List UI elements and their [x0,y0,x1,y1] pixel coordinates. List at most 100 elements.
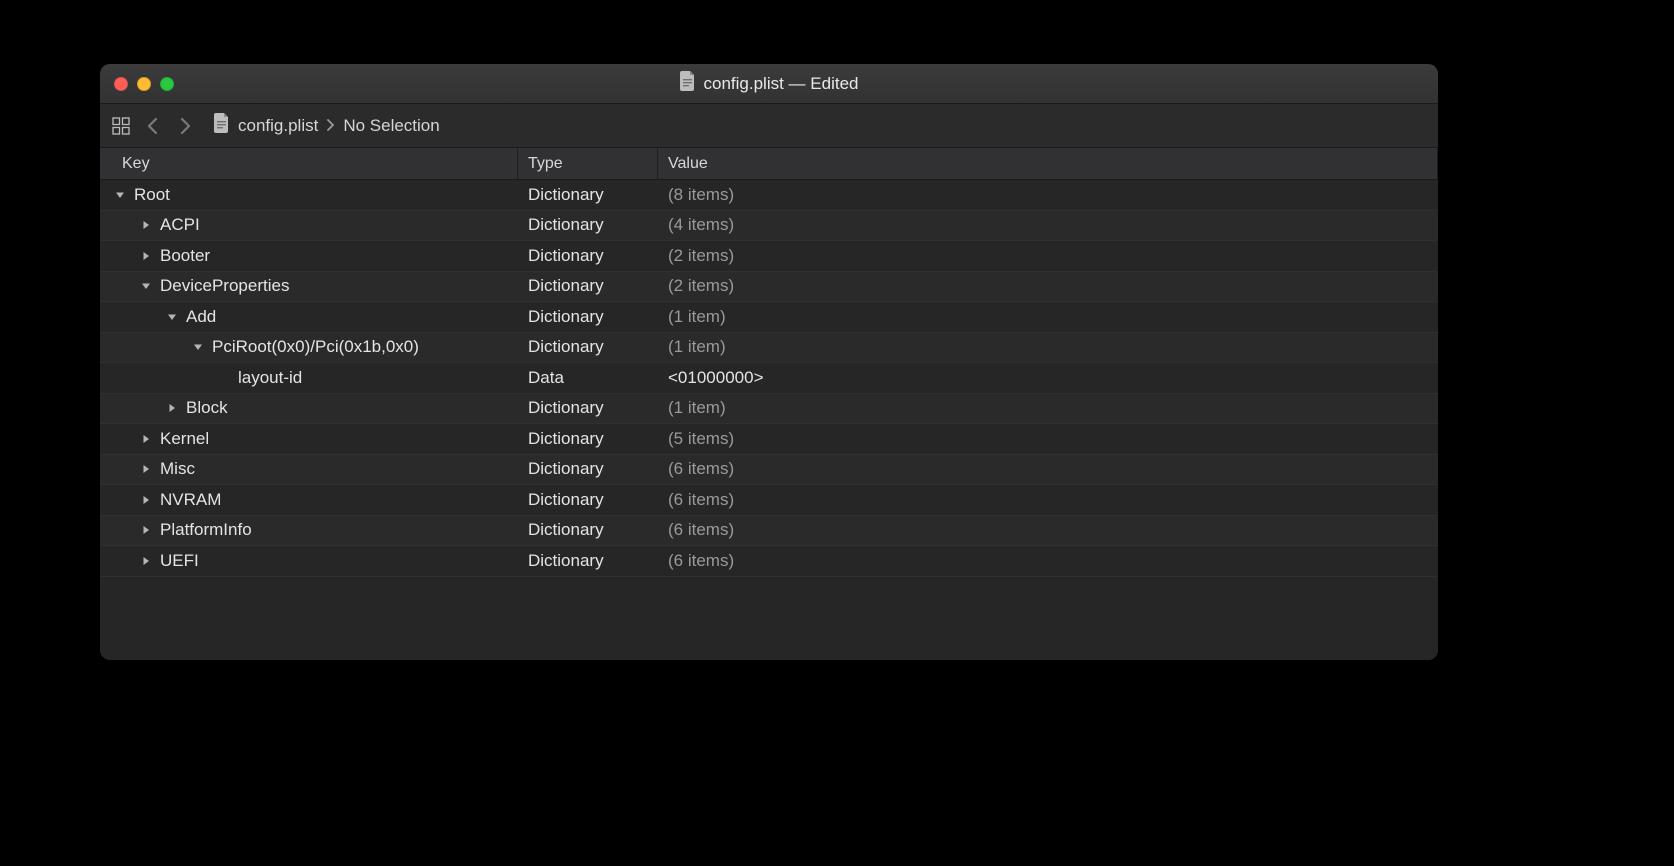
disclosure-down-icon[interactable] [140,281,152,291]
window-title-text: config.plist — Edited [704,74,859,94]
file-icon [214,113,230,138]
table-row[interactable]: PciRoot(0x0)/Pci(0x1b,0x0) Dictionary(1 i… [100,333,1438,364]
disclosure-right-icon[interactable] [140,525,152,535]
type-cell[interactable]: Dictionary [518,398,658,418]
key-label: Add [186,307,216,327]
related-items-icon[interactable] [110,115,132,137]
value-cell[interactable]: (4 items) [658,215,1438,235]
key-cell[interactable]: Booter [100,246,518,266]
type-cell[interactable]: Dictionary [518,337,658,357]
breadcrumb-selection[interactable]: No Selection [343,116,439,136]
table-row[interactable]: Booter Dictionary(2 items) [100,241,1438,272]
type-cell[interactable]: Dictionary [518,429,658,449]
table-row[interactable]: Block Dictionary(1 item) [100,394,1438,425]
key-cell[interactable]: PlatformInfo [100,520,518,540]
value-cell[interactable]: (6 items) [658,459,1438,479]
disclosure-down-icon[interactable] [166,312,178,322]
value-cell[interactable]: (6 items) [658,520,1438,540]
table-row[interactable]: Misc Dictionary(6 items) [100,455,1438,486]
key-label: Kernel [160,429,209,449]
breadcrumb: config.plist No Selection [214,113,440,138]
key-cell[interactable]: DeviceProperties [100,276,518,296]
traffic-lights [114,77,174,91]
disclosure-right-icon[interactable] [140,495,152,505]
plist-table: Key Type Value RootDictionary(8 items)AC… [100,148,1438,660]
table-row[interactable]: PlatformInfo Dictionary(6 items) [100,516,1438,547]
value-cell[interactable]: (2 items) [658,276,1438,296]
key-label: Root [134,185,170,205]
disclosure-right-icon[interactable] [140,556,152,566]
key-label: DeviceProperties [160,276,289,296]
type-cell[interactable]: Dictionary [518,520,658,540]
key-cell[interactable]: UEFI [100,551,518,571]
forward-button[interactable] [174,115,196,137]
zoom-button[interactable] [160,77,174,91]
window: config.plist — Edited config.plist No Se… [100,64,1438,660]
titlebar[interactable]: config.plist — Edited [100,64,1438,104]
key-cell[interactable]: Add [100,307,518,327]
column-header-key[interactable]: Key [100,148,518,179]
table-row[interactable]: Root Dictionary(8 items) [100,180,1438,211]
table-row[interactable]: DeviceProperties Dictionary(2 items) [100,272,1438,303]
value-cell[interactable]: (6 items) [658,490,1438,510]
table-row[interactable]: NVRAM Dictionary(6 items) [100,485,1438,516]
key-cell[interactable]: Kernel [100,429,518,449]
disclosure-down-icon[interactable] [192,342,204,352]
type-cell[interactable]: Dictionary [518,307,658,327]
value-cell[interactable]: (1 item) [658,307,1438,327]
type-cell[interactable]: Data [518,368,658,388]
value-cell[interactable]: (2 items) [658,246,1438,266]
table-row[interactable]: Add Dictionary(1 item) [100,302,1438,333]
key-cell[interactable]: PciRoot(0x0)/Pci(0x1b,0x0) [100,337,518,357]
type-cell[interactable]: Dictionary [518,185,658,205]
table-row[interactable]: layout-id Data<01000000> [100,363,1438,394]
key-label: Booter [160,246,210,266]
value-cell[interactable]: (5 items) [658,429,1438,449]
file-icon [680,71,696,96]
column-header-type[interactable]: Type [518,148,658,179]
value-cell[interactable]: (8 items) [658,185,1438,205]
type-cell[interactable]: Dictionary [518,215,658,235]
disclosure-down-icon[interactable] [114,190,126,200]
key-cell[interactable]: Root [100,185,518,205]
key-label: ACPI [160,215,200,235]
key-cell[interactable]: Misc [100,459,518,479]
key-label: NVRAM [160,490,221,510]
key-cell[interactable]: layout-id [100,368,518,388]
key-label: Misc [160,459,195,479]
key-label: Block [186,398,228,418]
disclosure-right-icon[interactable] [166,403,178,413]
disclosure-right-icon[interactable] [140,251,152,261]
key-cell[interactable]: Block [100,398,518,418]
navigation-bar: config.plist No Selection [100,104,1438,148]
type-cell[interactable]: Dictionary [518,276,658,296]
column-header-value[interactable]: Value [658,148,1438,179]
back-button[interactable] [142,115,164,137]
type-cell[interactable]: Dictionary [518,551,658,571]
type-cell[interactable]: Dictionary [518,246,658,266]
type-cell[interactable]: Dictionary [518,490,658,510]
table-row[interactable]: Kernel Dictionary(5 items) [100,424,1438,455]
key-cell[interactable]: NVRAM [100,490,518,510]
minimize-button[interactable] [137,77,151,91]
table-row[interactable]: ACPI Dictionary(4 items) [100,211,1438,242]
table-row[interactable]: UEFI Dictionary(6 items) [100,546,1438,577]
value-cell[interactable]: (1 item) [658,398,1438,418]
value-cell[interactable]: <01000000> [658,368,1438,388]
disclosure-right-icon[interactable] [140,434,152,444]
close-button[interactable] [114,77,128,91]
value-cell[interactable]: (6 items) [658,551,1438,571]
key-label: PciRoot(0x0)/Pci(0x1b,0x0) [212,337,419,357]
type-cell[interactable]: Dictionary [518,459,658,479]
key-label: UEFI [160,551,199,571]
table-body: RootDictionary(8 items)ACPIDictionary(4 … [100,180,1438,660]
key-label: PlatformInfo [160,520,252,540]
table-header: Key Type Value [100,148,1438,180]
disclosure-right-icon[interactable] [140,464,152,474]
value-cell[interactable]: (1 item) [658,337,1438,357]
chevron-right-icon [326,116,335,136]
key-label: layout-id [238,368,302,388]
breadcrumb-file[interactable]: config.plist [238,116,318,136]
key-cell[interactable]: ACPI [100,215,518,235]
disclosure-right-icon[interactable] [140,220,152,230]
